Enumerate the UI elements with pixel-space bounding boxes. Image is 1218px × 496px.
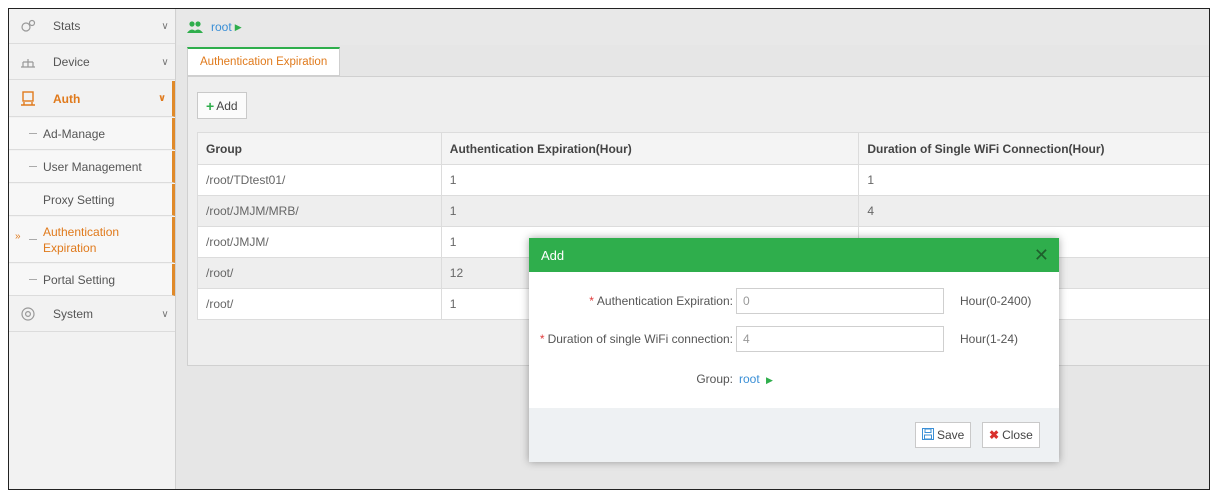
column-header[interactable]: Duration of Single WiFi Connection(Hour) xyxy=(858,132,1209,165)
breadcrumb: root ▶ xyxy=(177,9,1209,45)
save-button[interactable]: Save xyxy=(915,422,972,448)
chevron-down-icon: ∨ xyxy=(161,308,169,320)
sidebar-item-label: Device xyxy=(53,55,90,69)
authentication-expiration-input[interactable] xyxy=(736,288,944,314)
sidebar-item-stats[interactable]: Stats ∨ xyxy=(9,9,175,44)
tab-authentication-expiration[interactable]: Authentication Expiration xyxy=(187,47,341,76)
field-hint: Hour(0-2400) xyxy=(960,294,1032,308)
device-icon xyxy=(19,53,37,71)
table-cell: /root/ xyxy=(197,257,442,289)
table-cell: /root/TDtest01/ xyxy=(197,164,442,196)
auth-icon xyxy=(19,90,37,108)
table-cell: /root/ xyxy=(197,288,442,320)
close-button[interactable]: ✖ Close xyxy=(982,422,1040,448)
sidebar-subitem-portal-setting[interactable]: Portal Setting xyxy=(9,264,175,296)
sidebar-subitem-ad-manage[interactable]: Ad-Manage xyxy=(9,118,175,150)
dialog-header: Add ✕ xyxy=(529,238,1059,272)
table-cell: 1 xyxy=(440,195,860,227)
sidebar-subitem-user-management[interactable]: User Management xyxy=(9,151,175,183)
breadcrumb-root-link[interactable]: root xyxy=(211,20,232,34)
sidebar-item-label: Auth xyxy=(53,91,81,106)
table-row[interactable]: /root/JMJM/MRB/ 1 4 xyxy=(197,195,1209,227)
add-button[interactable]: + Add xyxy=(197,92,247,119)
sidebar-subitem-label: User Management xyxy=(43,159,142,174)
table-cell: 4 xyxy=(858,195,1209,227)
field-label: * Duration of single WiFi connection: xyxy=(539,332,733,346)
group-row: Group: root ▶ xyxy=(529,366,1059,392)
sidebar-item-label: Stats xyxy=(53,19,81,33)
sidebar-item-system[interactable]: System ∨ xyxy=(9,297,175,332)
authentication-expiration-row: *Authentication Expiration: Hour(0-2400) xyxy=(529,288,1059,314)
column-header[interactable]: Group xyxy=(197,132,442,165)
group-label: Group: xyxy=(696,372,733,386)
sidebar-subitem-label: Proxy Setting xyxy=(43,192,115,207)
toolbar: + Add xyxy=(197,92,247,119)
close-icon[interactable]: ✕ xyxy=(1034,246,1049,264)
wifi-duration-input[interactable] xyxy=(736,326,944,352)
sidebar-item-device[interactable]: Device ∨ xyxy=(9,45,175,80)
table-cell: /root/JMJM/MRB/ xyxy=(197,195,442,227)
app-frame: Stats ∨ Device ∨ Auth ∨ Ad-Manage User M… xyxy=(8,8,1210,490)
table-cell: 1 xyxy=(440,164,860,196)
caret-right-icon[interactable]: ▶ xyxy=(766,375,773,385)
users-icon xyxy=(187,20,203,34)
field-label: * Authentication Expiration: xyxy=(589,294,733,308)
current-marker: » xyxy=(15,231,21,242)
save-icon xyxy=(922,427,934,443)
sidebar: Stats ∨ Device ∨ Auth ∨ Ad-Manage User M… xyxy=(9,9,176,489)
sidebar-item-label: System xyxy=(53,307,94,321)
close-x-icon: ✖ xyxy=(989,428,1000,442)
save-button-label: Save xyxy=(937,428,965,442)
column-header[interactable]: Authentication Expiration(Hour) xyxy=(440,132,860,165)
stats-icon xyxy=(19,17,37,35)
add-button-label: Add xyxy=(216,98,238,113)
tab-bar: Authentication Expiration xyxy=(187,47,341,76)
dialog-title: Add xyxy=(541,247,565,263)
field-hint: Hour(1-24) xyxy=(960,332,1019,346)
sidebar-subitem-label: Portal Setting xyxy=(43,272,116,287)
sidebar-subitem-label: Authentication Expiration xyxy=(43,224,120,255)
sidebar-subitem-authentication-expiration[interactable]: » Authentication Expiration xyxy=(9,217,175,263)
close-button-label: Close xyxy=(1002,428,1033,442)
table-row[interactable]: /root/TDtest01/ 1 1 xyxy=(197,164,1209,196)
add-dialog: Add ✕ *Authentication Expiration: Hour(0… xyxy=(529,238,1059,462)
chevron-down-icon: ∨ xyxy=(161,20,169,32)
sidebar-subitem-label: Ad-Manage xyxy=(43,126,106,141)
chevron-down-icon: ∨ xyxy=(161,56,169,68)
wifi-duration-row: *Duration of single WiFi connection: Hou… xyxy=(529,326,1059,352)
chevron-down-icon: ∨ xyxy=(157,93,167,104)
dialog-footer: Save ✖ Close xyxy=(529,408,1059,462)
group-selector[interactable]: root ▶ xyxy=(739,372,773,386)
table-cell: 1 xyxy=(858,164,1209,196)
group-link[interactable]: root xyxy=(739,372,760,386)
sidebar-subitem-proxy-setting[interactable]: Proxy Setting xyxy=(9,184,175,216)
table-cell: /root/JMJM/ xyxy=(197,226,442,258)
sidebar-item-auth[interactable]: Auth ∨ xyxy=(9,81,175,117)
plus-icon: + xyxy=(206,97,215,114)
gear-icon xyxy=(19,305,37,323)
caret-right-icon[interactable]: ▶ xyxy=(235,22,242,33)
table-header-row: Group Authentication Expiration(Hour) Du… xyxy=(197,132,1209,165)
